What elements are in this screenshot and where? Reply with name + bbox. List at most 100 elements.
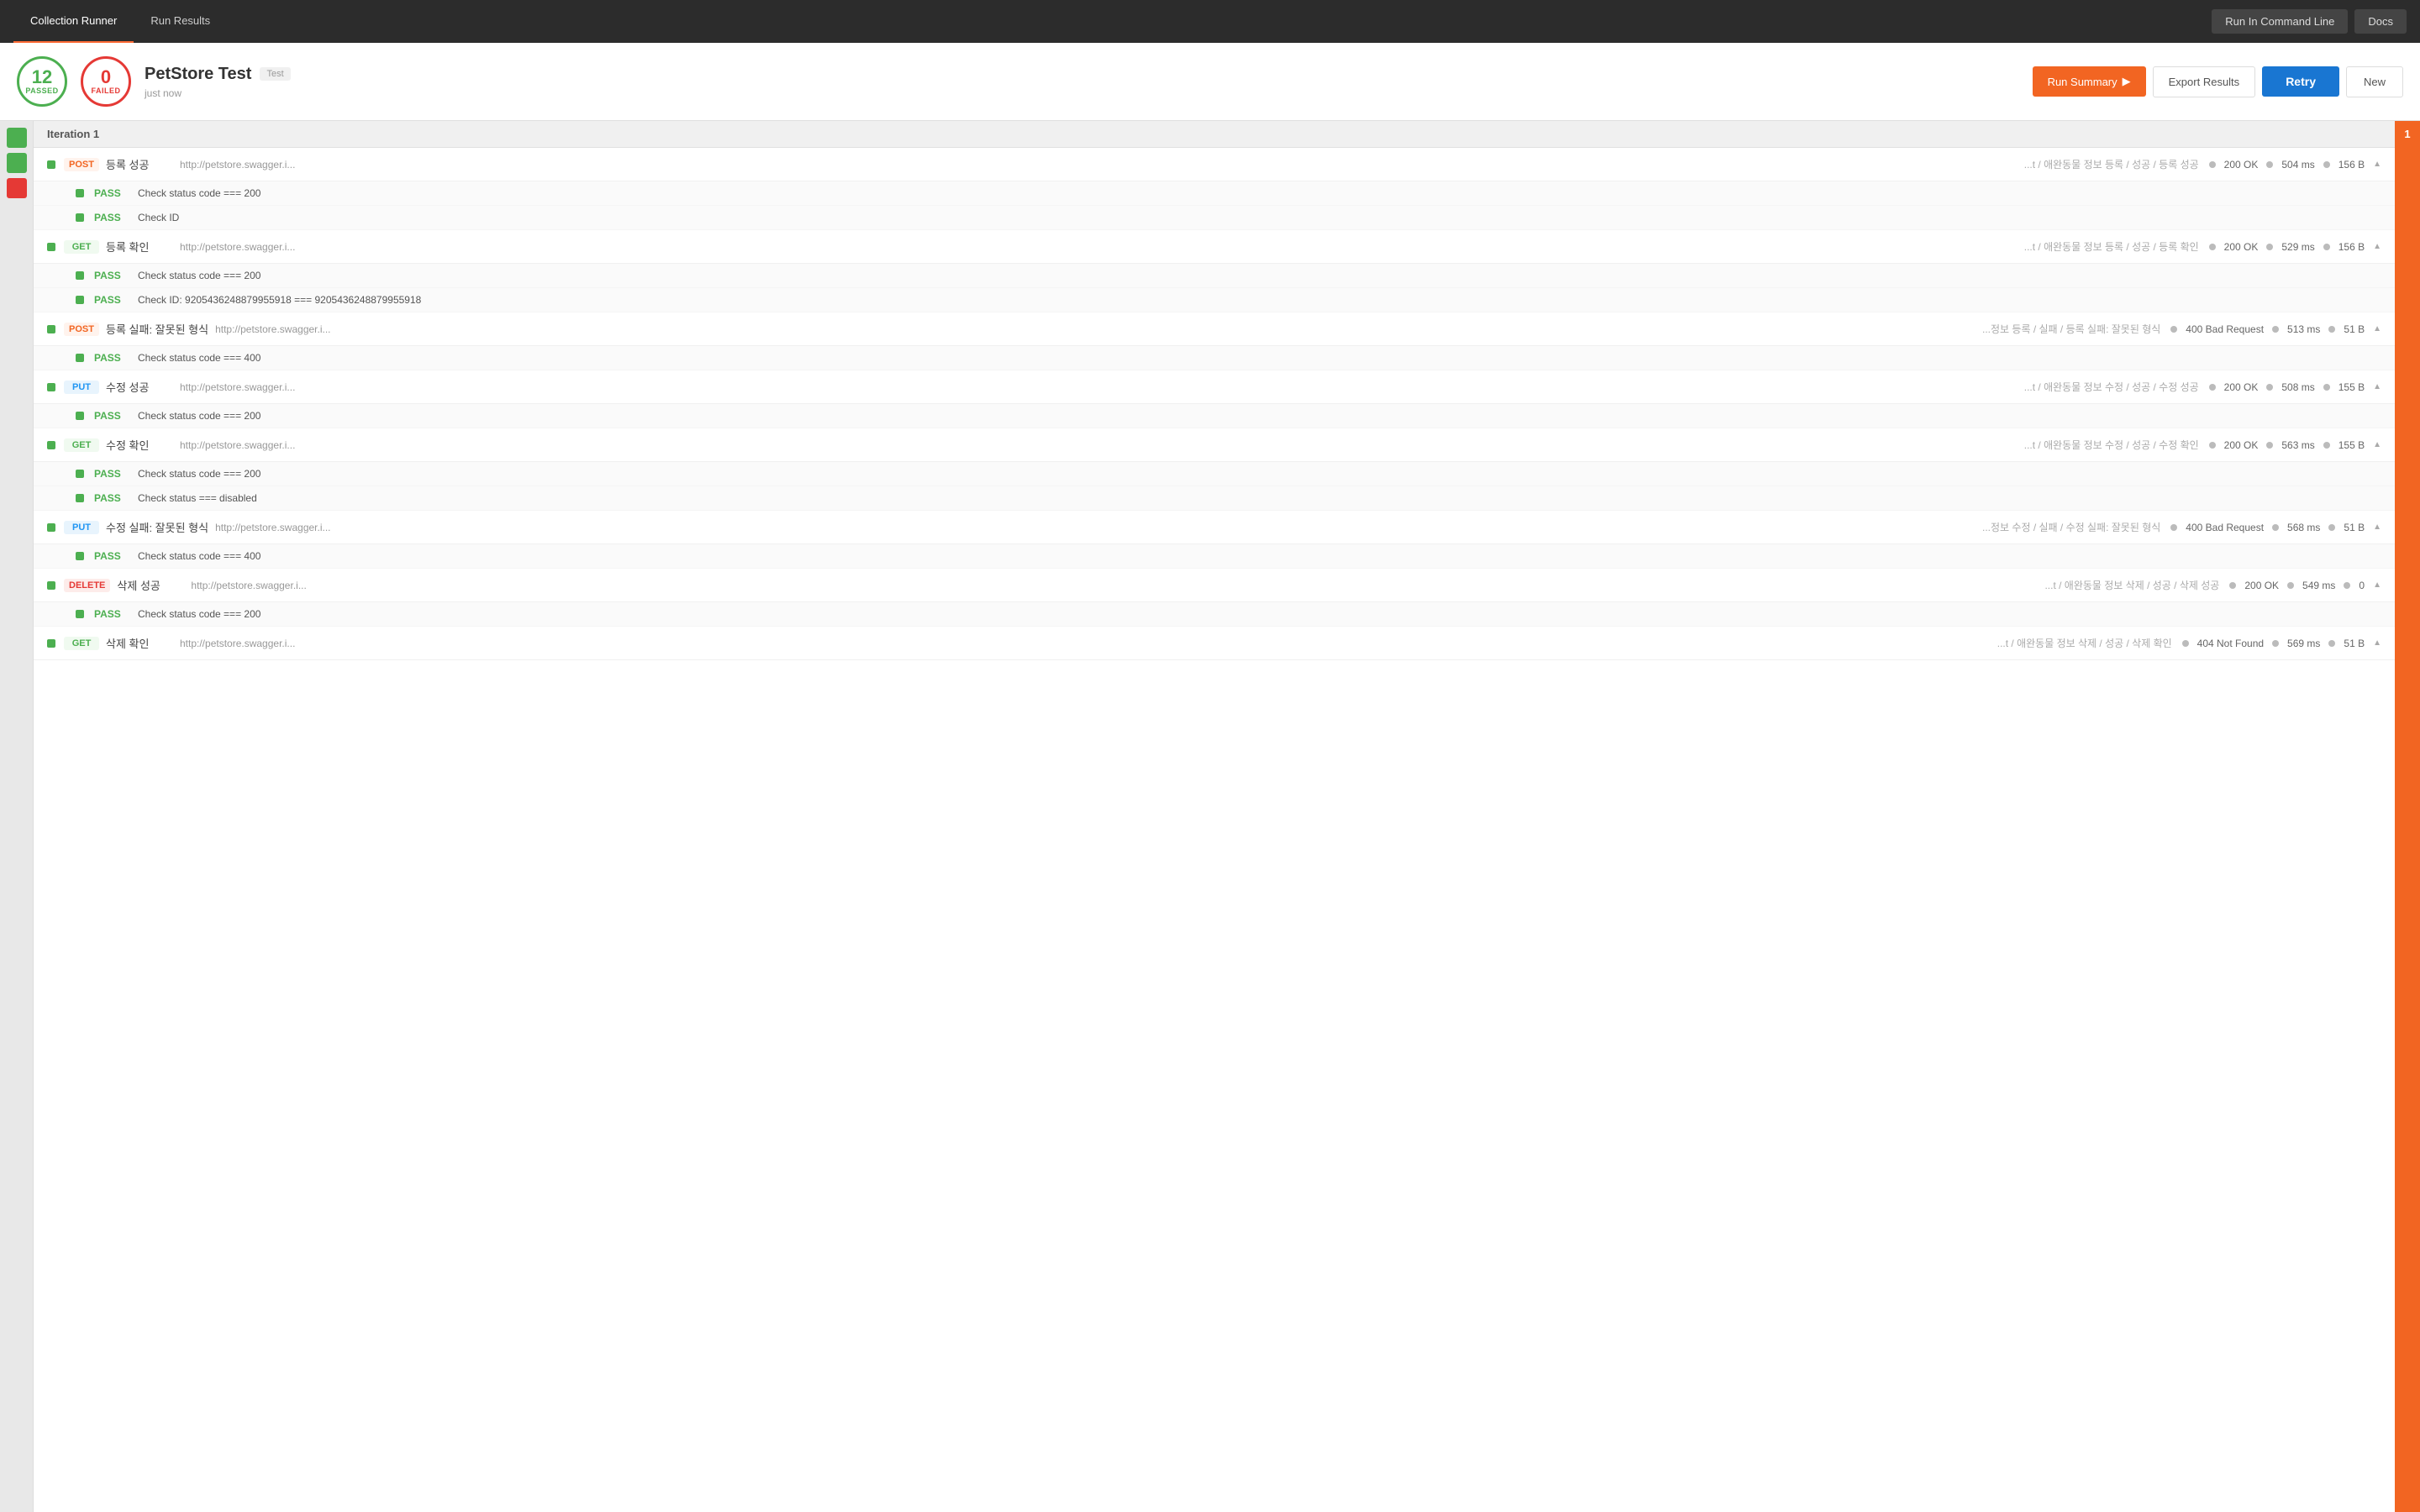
iteration-header: Iteration 1 xyxy=(34,121,2395,148)
test-row-req2-0: PASS Check status code === 200 xyxy=(34,264,2395,288)
req-indicator-req2 xyxy=(47,243,55,251)
req-breadcrumb-req4: ...t / 애완동물 정보 수정 / 성공 / 수정 성공 xyxy=(2024,380,2199,394)
tab-collection-runner[interactable]: Collection Runner xyxy=(13,0,134,43)
run-tag: Test xyxy=(260,67,290,81)
test-indicator-req7-0 xyxy=(76,610,84,618)
stat-dot-time-req5 xyxy=(2266,442,2273,449)
chevron-right-icon: ▶ xyxy=(2123,75,2131,88)
failed-label: FAILED xyxy=(91,87,120,95)
req-url-req6: http://petstore.swagger.i... xyxy=(215,522,1972,533)
req-name-req3: 등록 실패: 잘못된 형식 xyxy=(106,321,208,337)
req-time-req4: 508 ms xyxy=(2281,381,2314,393)
req-breadcrumb-req6: ...정보 수정 / 실패 / 수정 실패: 잘못된 형식 xyxy=(1982,520,2160,534)
request-row-req4[interactable]: PUT 수정 성공 http://petstore.swagger.i... .… xyxy=(34,370,2395,404)
req-url-req5: http://petstore.swagger.i... xyxy=(180,439,2014,451)
test-row-req6-0: PASS Check status code === 400 xyxy=(34,544,2395,569)
export-results-button[interactable]: Export Results xyxy=(2153,66,2256,97)
stat-dot-size-req1 xyxy=(2323,161,2330,168)
req-stats-req5: 200 OK 563 ms 155 B xyxy=(2209,439,2365,451)
stat-dot-status-req2 xyxy=(2209,244,2216,250)
stat-dot-size-req8 xyxy=(2328,640,2335,647)
method-badge-req7: DELETE xyxy=(64,579,110,592)
test-indicator-req3-0 xyxy=(76,354,84,362)
req-breadcrumb-req1: ...t / 애완동물 정보 등록 / 성공 / 등록 성공 xyxy=(2024,157,2199,171)
request-row-req7[interactable]: DELETE 삭제 성공 http://petstore.swagger.i..… xyxy=(34,569,2395,602)
left-sidebar xyxy=(0,121,34,1512)
collapse-arrow-req1[interactable]: ▲ xyxy=(2373,160,2381,169)
req-time-req2: 529 ms xyxy=(2281,241,2314,253)
req-size-req4: 155 B xyxy=(2338,381,2365,393)
req-indicator-req6 xyxy=(47,523,55,532)
run-summary-button[interactable]: Run Summary ▶ xyxy=(2033,66,2146,97)
run-in-command-line-button[interactable]: Run In Command Line xyxy=(2212,9,2348,34)
test-name-req2-0: Check status code === 200 xyxy=(138,270,260,281)
test-row-req5-0: PASS Check status code === 200 xyxy=(34,462,2395,486)
req-indicator-req7 xyxy=(47,581,55,590)
req-stats-req7: 200 OK 549 ms 0 xyxy=(2229,580,2365,591)
req-name-req1: 등록 성공 xyxy=(106,156,173,172)
test-pass-label-req1-0: PASS xyxy=(94,187,124,199)
test-pass-label-req2-0: PASS xyxy=(94,270,124,281)
collapse-arrow-req4[interactable]: ▲ xyxy=(2373,382,2381,391)
method-badge-req1: POST xyxy=(64,158,99,171)
stat-dot-size-req7 xyxy=(2344,582,2350,589)
docs-button[interactable]: Docs xyxy=(2354,9,2407,34)
req-time-req5: 563 ms xyxy=(2281,439,2314,451)
request-row-req3[interactable]: POST 등록 실패: 잘못된 형식 http://petstore.swagg… xyxy=(34,312,2395,346)
request-row-req5[interactable]: GET 수정 확인 http://petstore.swagger.i... .… xyxy=(34,428,2395,462)
req-size-req8: 51 B xyxy=(2344,638,2365,649)
test-indicator-req5-0 xyxy=(76,470,84,478)
test-name-req3-0: Check status code === 400 xyxy=(138,352,260,364)
test-indicator-req5-1 xyxy=(76,494,84,502)
retry-button[interactable]: Retry xyxy=(2262,66,2339,97)
collapse-arrow-req8[interactable]: ▲ xyxy=(2373,638,2381,648)
passed-label: PASSED xyxy=(25,87,58,95)
stat-dot-status-req7 xyxy=(2229,582,2236,589)
header: Collection Runner Run Results Run In Com… xyxy=(0,0,2420,43)
collapse-arrow-req3[interactable]: ▲ xyxy=(2373,324,2381,333)
stat-dot-status-req3 xyxy=(2170,326,2177,333)
right-sidebar: 1 xyxy=(2395,121,2420,1512)
collapse-arrow-req7[interactable]: ▲ xyxy=(2373,580,2381,590)
req-status-req3: 400 Bad Request xyxy=(2186,323,2264,335)
stat-dot-size-req6 xyxy=(2328,524,2335,531)
request-row-req8[interactable]: GET 삭제 확인 http://petstore.swagger.i... .… xyxy=(34,627,2395,660)
collapse-arrow-req5[interactable]: ▲ xyxy=(2373,440,2381,449)
test-pass-label-req7-0: PASS xyxy=(94,608,124,620)
tab-run-results[interactable]: Run Results xyxy=(134,0,227,43)
test-row-req1-0: PASS Check status code === 200 xyxy=(34,181,2395,206)
req-time-req7: 549 ms xyxy=(2302,580,2335,591)
request-row-req6[interactable]: PUT 수정 실패: 잘못된 형식 http://petstore.swagge… xyxy=(34,511,2395,544)
req-url-req8: http://petstore.swagger.i... xyxy=(180,638,1987,649)
req-url-req3: http://petstore.swagger.i... xyxy=(215,323,1972,335)
req-size-req6: 51 B xyxy=(2344,522,2365,533)
req-indicator-req4 xyxy=(47,383,55,391)
req-time-req3: 513 ms xyxy=(2287,323,2320,335)
test-row-req3-0: PASS Check status code === 400 xyxy=(34,346,2395,370)
stat-dot-status-req4 xyxy=(2209,384,2216,391)
sidebar-icon-green-1[interactable] xyxy=(7,128,27,148)
method-badge-req8: GET xyxy=(64,637,99,650)
sidebar-icon-green-2[interactable] xyxy=(7,153,27,173)
stat-dot-time-req6 xyxy=(2272,524,2279,531)
new-button[interactable]: New xyxy=(2346,66,2403,97)
test-indicator-req6-0 xyxy=(76,552,84,560)
request-row-req1[interactable]: POST 등록 성공 http://petstore.swagger.i... … xyxy=(34,148,2395,181)
collapse-arrow-req6[interactable]: ▲ xyxy=(2373,522,2381,532)
passed-count: 12 xyxy=(32,68,52,87)
test-name-req6-0: Check status code === 400 xyxy=(138,550,260,562)
test-name-req1-1: Check ID xyxy=(138,212,179,223)
request-row-req2[interactable]: GET 등록 확인 http://petstore.swagger.i... .… xyxy=(34,230,2395,264)
method-badge-req6: PUT xyxy=(64,521,99,534)
req-indicator-req8 xyxy=(47,639,55,648)
test-name-req4-0: Check status code === 200 xyxy=(138,410,260,422)
sidebar-icon-red-1[interactable] xyxy=(7,178,27,198)
test-pass-label-req5-1: PASS xyxy=(94,492,124,504)
req-size-req7: 0 xyxy=(2359,580,2365,591)
passed-badge: 12 PASSED xyxy=(17,56,67,107)
req-size-req5: 155 B xyxy=(2338,439,2365,451)
test-pass-label-req4-0: PASS xyxy=(94,410,124,422)
stat-dot-status-req5 xyxy=(2209,442,2216,449)
stat-dot-status-req6 xyxy=(2170,524,2177,531)
collapse-arrow-req2[interactable]: ▲ xyxy=(2373,242,2381,251)
